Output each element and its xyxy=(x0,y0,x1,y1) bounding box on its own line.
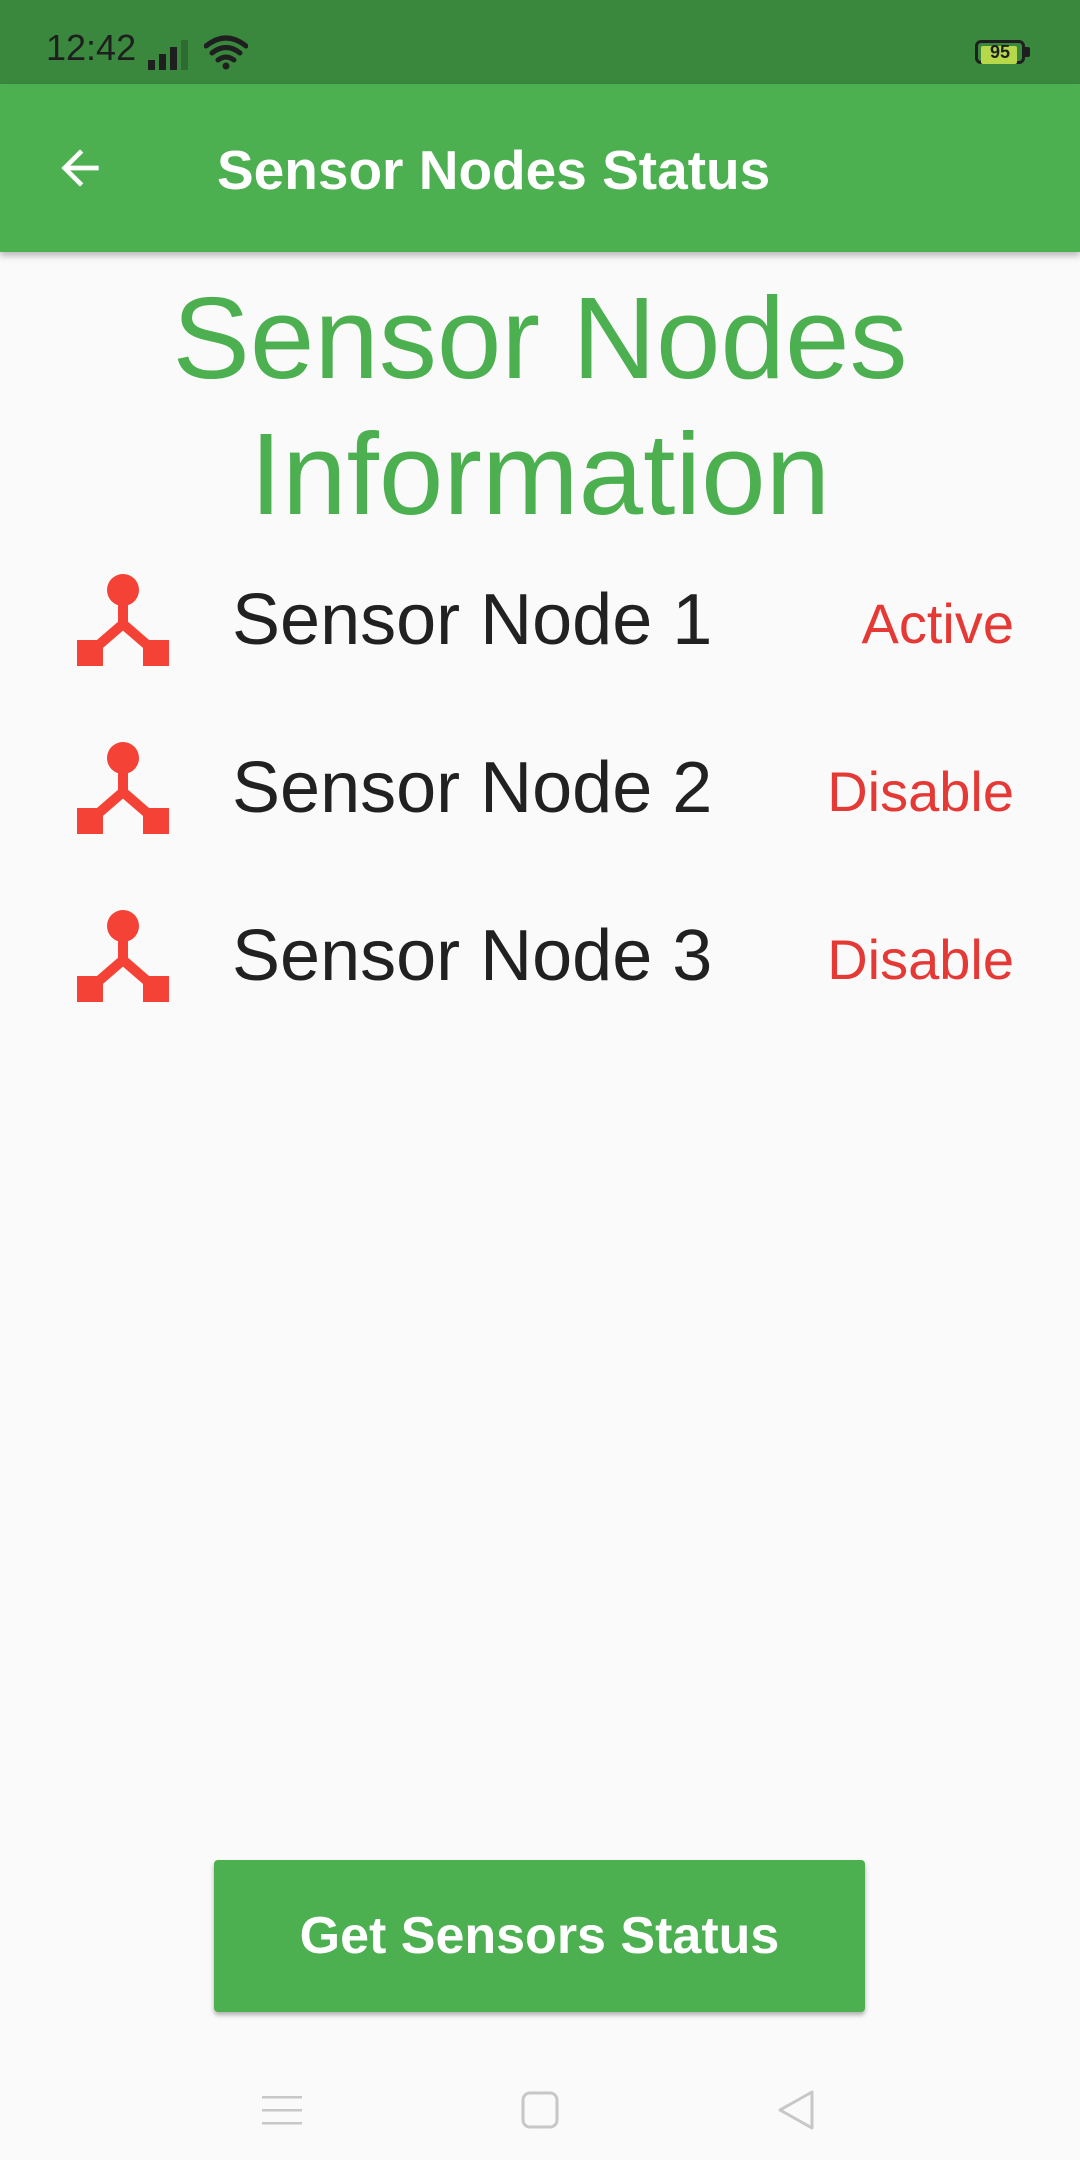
sensor-node-icon xyxy=(77,910,169,1002)
home-square-icon xyxy=(521,2091,559,2129)
status-bar: 12:42 95 xyxy=(0,0,1080,84)
home-button[interactable] xyxy=(504,2074,576,2146)
sensor-node-icon xyxy=(77,574,169,666)
sensor-name: Sensor Node 1 xyxy=(232,580,713,660)
page-heading: Sensor Nodes Information xyxy=(40,270,1040,542)
get-sensors-status-button[interactable]: Get Sensors Status xyxy=(214,1860,865,2012)
sensor-node-icon xyxy=(77,742,169,834)
nav-bar xyxy=(0,2060,1080,2160)
arrow-back-icon xyxy=(61,149,99,187)
sensor-status: Active xyxy=(861,592,1015,655)
sensor-name: Sensor Node 2 xyxy=(232,748,713,828)
sensor-row: Sensor Node 1 Active xyxy=(0,560,1080,690)
page-heading-line1: Sensor Nodes xyxy=(172,273,908,403)
status-time: 12:42 xyxy=(46,27,137,68)
sensor-row: Sensor Node 3 Disable xyxy=(0,896,1080,1026)
page-heading-line2: Information xyxy=(249,409,831,539)
sensor-name: Sensor Node 3 xyxy=(232,916,713,996)
battery-tip xyxy=(1025,47,1030,57)
menu-icon xyxy=(262,2096,302,2125)
app-bar-title: Sensor Nodes Status xyxy=(217,139,771,201)
back-triangle-icon xyxy=(778,2090,814,2130)
sensor-status: Disable xyxy=(827,928,1014,991)
back-button[interactable] xyxy=(40,128,120,208)
menu-button[interactable] xyxy=(246,2074,318,2146)
screen: 12:42 95 Sensor Nodes Status Sensor Node… xyxy=(0,0,1080,2160)
wifi-icon xyxy=(204,35,248,70)
signal-icon xyxy=(148,40,188,70)
sensor-row: Sensor Node 2 Disable xyxy=(0,728,1080,858)
battery-icon: 95 xyxy=(975,40,1031,68)
battery-level: 95 xyxy=(989,42,1011,62)
back-nav-button[interactable] xyxy=(760,2074,832,2146)
app-bar: Sensor Nodes Status xyxy=(0,84,1080,252)
sensor-status: Disable xyxy=(827,760,1014,823)
